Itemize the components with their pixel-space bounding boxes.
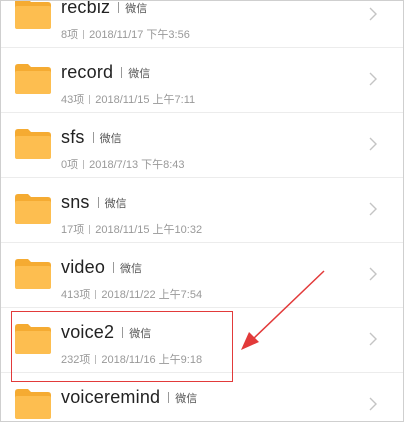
folder-source: 微信 <box>129 327 152 340</box>
folder-source: 微信 <box>99 132 122 145</box>
folder-name: record <box>61 62 114 82</box>
modified-time: 2018/11/15 上午10:32 <box>95 224 203 236</box>
folder-name: sns <box>61 192 90 212</box>
modified-time: 2018/11/15 上午7:11 <box>95 94 196 106</box>
folder-title-line: voiceremind 微信 <box>61 387 197 408</box>
folder-meta: 413项 2018/11/22 上午7:54 <box>61 286 202 302</box>
folder-source: 微信 <box>104 197 127 210</box>
title-divider <box>121 67 123 78</box>
folder-meta: 8项 2018/11/17 下午3:56 <box>61 26 190 42</box>
item-count: 413项 <box>61 289 91 301</box>
folder-title-line: sfs 微信 <box>61 127 122 148</box>
folder-icon <box>15 129 51 159</box>
folder-source: 微信 <box>128 67 151 80</box>
title-divider <box>92 132 94 143</box>
item-count: 0项 <box>61 159 79 171</box>
folder-meta: 17项 2018/11/15 上午10:32 <box>61 221 202 237</box>
folder-meta: 0项 2018/7/13 下午8:43 <box>61 156 185 172</box>
meta-divider <box>89 94 91 104</box>
folder-icon <box>15 259 51 289</box>
title-divider <box>168 392 170 403</box>
folder-icon <box>15 324 51 354</box>
folder-source: 微信 <box>120 262 143 275</box>
meta-divider <box>83 29 85 39</box>
folder-icon <box>15 1 51 29</box>
folder-title-line: record 微信 <box>61 62 150 83</box>
item-count: 17项 <box>61 224 85 236</box>
item-count: 8项 <box>61 29 79 41</box>
folder-row-sfs[interactable]: sfs 微信 0项 2018/7/13 下午8:43 <box>1 113 403 178</box>
folder-meta: 43项 2018/11/15 上午7:11 <box>61 91 195 107</box>
folder-row-sns[interactable]: sns 微信 17项 2018/11/15 上午10:32 <box>1 178 403 243</box>
chevron-right-icon <box>369 397 377 411</box>
folder-row-voiceremind[interactable]: voiceremind 微信 <box>1 373 403 421</box>
folder-title-line: video 微信 <box>61 257 142 278</box>
folder-row-voice2[interactable]: voice2 微信 232项 2018/11/16 上午9:18 <box>1 308 403 373</box>
folder-title-line: recbiz 微信 <box>61 0 148 18</box>
folder-meta: 232项 2018/11/16 上午9:18 <box>61 351 202 367</box>
folder-row-recbiz[interactable]: recbiz 微信 8项 2018/11/17 下午3:56 <box>1 0 403 48</box>
folder-title-line: sns 微信 <box>61 192 127 213</box>
modified-time: 2018/11/17 下午3:56 <box>89 29 190 41</box>
item-count: 43项 <box>61 94 85 106</box>
meta-divider <box>95 354 97 364</box>
folder-row-video[interactable]: video 微信 413项 2018/11/22 上午7:54 <box>1 243 403 308</box>
chevron-right-icon <box>369 7 377 21</box>
meta-divider <box>83 159 85 169</box>
modified-time: 2018/7/13 下午8:43 <box>89 159 185 171</box>
folder-row-record[interactable]: record 微信 43项 2018/11/15 上午7:11 <box>1 48 403 113</box>
folder-icon <box>15 389 51 419</box>
chevron-right-icon <box>369 332 377 346</box>
folder-name: sfs <box>61 127 85 147</box>
modified-time: 2018/11/22 上午7:54 <box>101 289 203 301</box>
folder-icon <box>15 64 51 94</box>
folder-name: voiceremind <box>61 387 161 407</box>
title-divider <box>118 2 120 13</box>
chevron-right-icon <box>369 72 377 86</box>
meta-divider <box>89 224 91 234</box>
folder-list: recbiz 微信 8项 2018/11/17 下午3:56 record 微信… <box>1 0 403 421</box>
folder-name: recbiz <box>61 0 111 17</box>
chevron-right-icon <box>369 137 377 151</box>
file-browser: recbiz 微信 8项 2018/11/17 下午3:56 record 微信… <box>0 0 404 422</box>
folder-source: 微信 <box>175 392 198 405</box>
folder-source: 微信 <box>125 2 148 15</box>
folder-name: voice2 <box>61 322 115 342</box>
folder-icon <box>15 194 51 224</box>
modified-time: 2018/11/16 上午9:18 <box>101 354 203 366</box>
folder-name: video <box>61 257 106 277</box>
title-divider <box>122 327 124 338</box>
folder-title-line: voice2 微信 <box>61 322 151 343</box>
title-divider <box>113 262 115 273</box>
item-count: 232项 <box>61 354 91 366</box>
meta-divider <box>95 289 97 299</box>
chevron-right-icon <box>369 202 377 216</box>
title-divider <box>97 197 99 208</box>
chevron-right-icon <box>369 267 377 281</box>
